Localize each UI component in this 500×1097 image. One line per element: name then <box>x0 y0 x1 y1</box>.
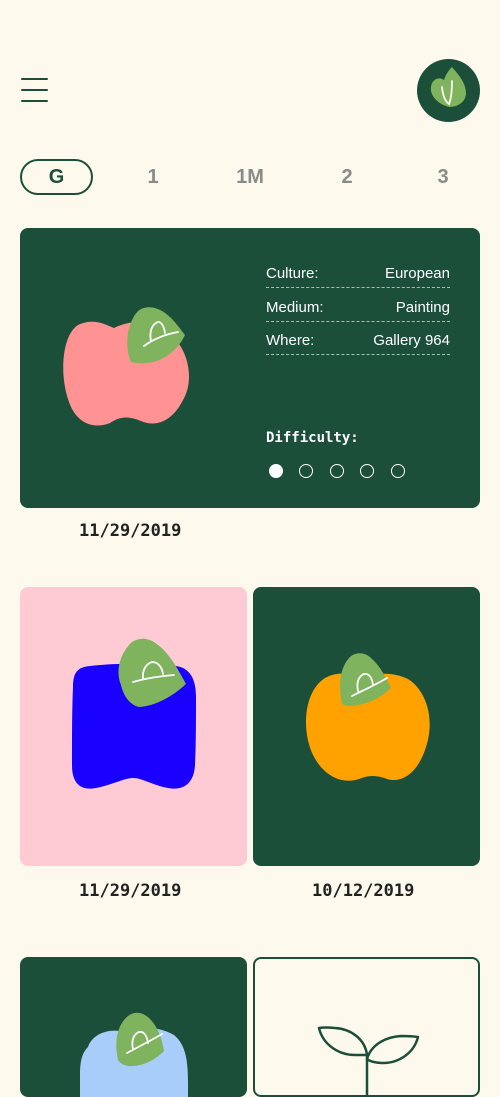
pink-apple-icon <box>63 307 190 426</box>
medium-label: Medium: <box>266 299 324 316</box>
menu-bar <box>21 78 48 80</box>
artwork-card[interactable] <box>20 957 247 1097</box>
light-blue-fruit-icon <box>80 1012 188 1097</box>
menu-bar <box>21 100 48 102</box>
featured-artwork-card[interactable]: Culture: European Medium: Painting Where… <box>20 228 480 508</box>
difficulty-dot-1[interactable] <box>269 464 283 478</box>
difficulty-dot-2[interactable] <box>299 464 313 478</box>
artwork-card[interactable] <box>253 957 480 1097</box>
artwork-card[interactable] <box>253 587 480 866</box>
culture-label: Culture: <box>266 265 319 282</box>
leaf-logo-icon[interactable] <box>417 59 480 122</box>
difficulty-dot-5[interactable] <box>391 464 405 478</box>
blue-square-fruit-icon <box>72 638 196 789</box>
medium-row: Medium: Painting <box>266 299 450 322</box>
culture-value: European <box>384 265 450 282</box>
menu-bar <box>21 89 48 91</box>
where-value: Gallery 964 <box>373 332 450 349</box>
where-row: Where: Gallery 964 <box>266 332 450 355</box>
culture-row: Culture: European <box>266 265 450 288</box>
featured-date: 11/29/2019 <box>79 521 182 541</box>
artwork-card[interactable] <box>20 587 247 866</box>
filter-tab-1m[interactable]: 1M <box>225 159 275 195</box>
filter-tab-1[interactable]: 1 <box>133 159 173 195</box>
where-label: Where: <box>266 332 315 349</box>
filter-tabs: G 1 1M 2 3 <box>20 159 480 195</box>
difficulty-dot-4[interactable] <box>360 464 374 478</box>
orange-apple-icon <box>305 653 430 781</box>
difficulty-label: Difficulty: <box>266 430 359 446</box>
sprout-icon <box>317 1026 420 1095</box>
filter-tab-3[interactable]: 3 <box>423 159 463 195</box>
filter-tab-g[interactable]: G <box>20 159 93 195</box>
artwork-date: 11/29/2019 <box>79 881 182 901</box>
artwork-date: 10/12/2019 <box>312 881 415 901</box>
difficulty-dot-3[interactable] <box>330 464 344 478</box>
menu-button[interactable] <box>21 78 49 104</box>
medium-value: Painting <box>395 299 450 316</box>
filter-tab-2[interactable]: 2 <box>327 159 367 195</box>
